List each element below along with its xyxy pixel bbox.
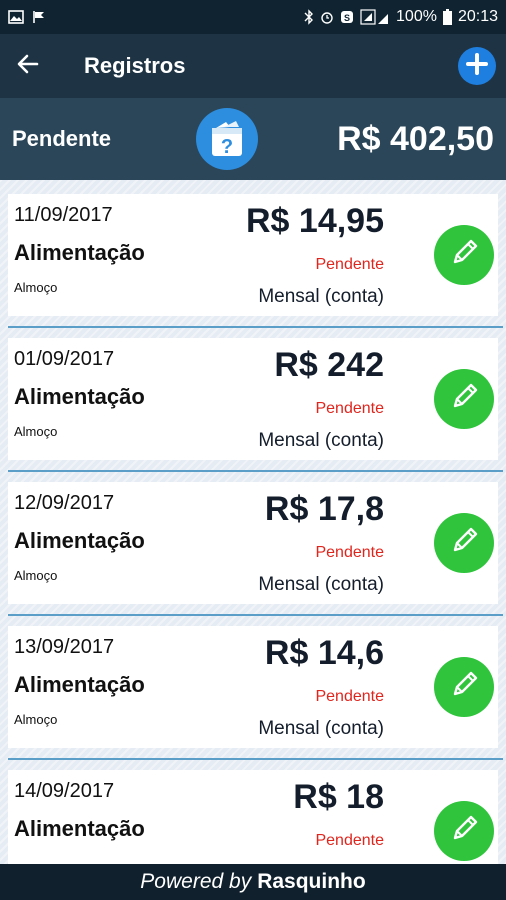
divider — [8, 758, 503, 760]
plus-icon — [466, 52, 488, 80]
divider — [8, 470, 503, 472]
summary-total: R$ 402,50 — [337, 119, 494, 158]
record-amount: R$ 18 — [293, 778, 384, 816]
pencil-icon — [447, 668, 481, 707]
edit-record-button[interactable] — [434, 657, 494, 717]
record-card[interactable]: 01/09/2017 Alimentação Almoço R$ 242 Pen… — [8, 338, 498, 460]
signal-icon — [360, 9, 390, 25]
record-card[interactable]: 14/09/2017 Alimentação R$ 18 Pendente — [8, 770, 498, 864]
record-status: Pendente — [315, 544, 384, 561]
app-bar: Registros — [0, 34, 506, 98]
record-amount: R$ 14,6 — [264, 634, 384, 672]
image-notification-icon — [8, 10, 24, 24]
add-record-button[interactable] — [458, 47, 496, 85]
footer: Powered by Rasquinho — [0, 864, 506, 900]
edit-record-button[interactable] — [434, 369, 494, 429]
edit-record-button[interactable] — [434, 513, 494, 573]
record-date: 13/09/2017 — [14, 636, 115, 658]
record-amount: R$ 242 — [274, 346, 384, 384]
record-card[interactable]: 12/09/2017 Alimentação Almoço R$ 17,8 Pe… — [8, 482, 498, 604]
record-card[interactable]: 13/09/2017 Alimentação Almoço R$ 14,6 Pe… — [8, 626, 498, 748]
battery-percent: 100% — [396, 8, 437, 25]
pencil-icon — [447, 524, 481, 563]
record-frequency: Mensal (conta) — [258, 574, 384, 595]
record-category: Alimentação — [14, 816, 145, 841]
pencil-icon — [447, 236, 481, 275]
bluetooth-icon — [304, 9, 314, 25]
record-status: Pendente — [315, 400, 384, 417]
record-frequency: Mensal (conta) — [258, 430, 384, 451]
arrow-left-icon — [17, 54, 39, 79]
edit-record-button[interactable] — [434, 801, 494, 861]
record-subcategory: Almoço — [14, 280, 58, 295]
record-status: Pendente — [315, 688, 384, 705]
svg-text:S: S — [344, 13, 350, 23]
summary-label: Pendente — [12, 126, 112, 151]
record-category: Alimentação — [14, 384, 145, 409]
flag-notification-icon — [32, 10, 46, 24]
record-status: Pendente — [315, 832, 384, 849]
pencil-icon — [447, 812, 481, 851]
record-subcategory: Almoço — [14, 424, 58, 439]
alarm-icon — [320, 10, 334, 24]
divider — [8, 326, 503, 328]
footer-powered-by: Powered by — [140, 870, 252, 893]
record-category: Alimentação — [14, 528, 145, 553]
wallet-question-icon[interactable]: ? — [196, 108, 258, 170]
status-bar: S 100% 20:13 — [0, 0, 506, 34]
record-card[interactable]: 11/09/2017 Alimentação Almoço R$ 14,95 P… — [8, 194, 498, 316]
record-frequency: Mensal (conta) — [258, 718, 384, 739]
edit-record-button[interactable] — [434, 225, 494, 285]
record-subcategory: Almoço — [14, 712, 58, 727]
record-amount: R$ 17,8 — [264, 490, 384, 528]
battery-icon — [442, 9, 452, 25]
record-category: Alimentação — [14, 240, 145, 265]
record-category: Alimentação — [14, 672, 145, 697]
data-saver-icon: S — [340, 10, 354, 24]
record-date: 01/09/2017 — [14, 348, 115, 370]
svg-text:?: ? — [221, 136, 233, 158]
record-status: Pendente — [315, 256, 384, 273]
footer-brand: Rasquinho — [257, 870, 366, 893]
record-frequency: Mensal (conta) — [258, 286, 384, 307]
clock: 20:13 — [457, 8, 498, 25]
record-date: 12/09/2017 — [14, 492, 115, 514]
page-title: Registros — [84, 53, 186, 78]
record-amount: R$ 14,95 — [246, 202, 384, 240]
pencil-icon — [447, 380, 481, 419]
back-button[interactable] — [12, 50, 44, 82]
record-date: 14/09/2017 — [14, 780, 115, 802]
record-date: 11/09/2017 — [14, 204, 113, 226]
records-list[interactable]: 11/09/2017 Alimentação Almoço R$ 14,95 P… — [0, 180, 506, 864]
record-subcategory: Almoço — [14, 568, 58, 583]
summary-bar: Pendente ? R$ 402,50 — [0, 98, 506, 180]
divider — [8, 614, 503, 616]
